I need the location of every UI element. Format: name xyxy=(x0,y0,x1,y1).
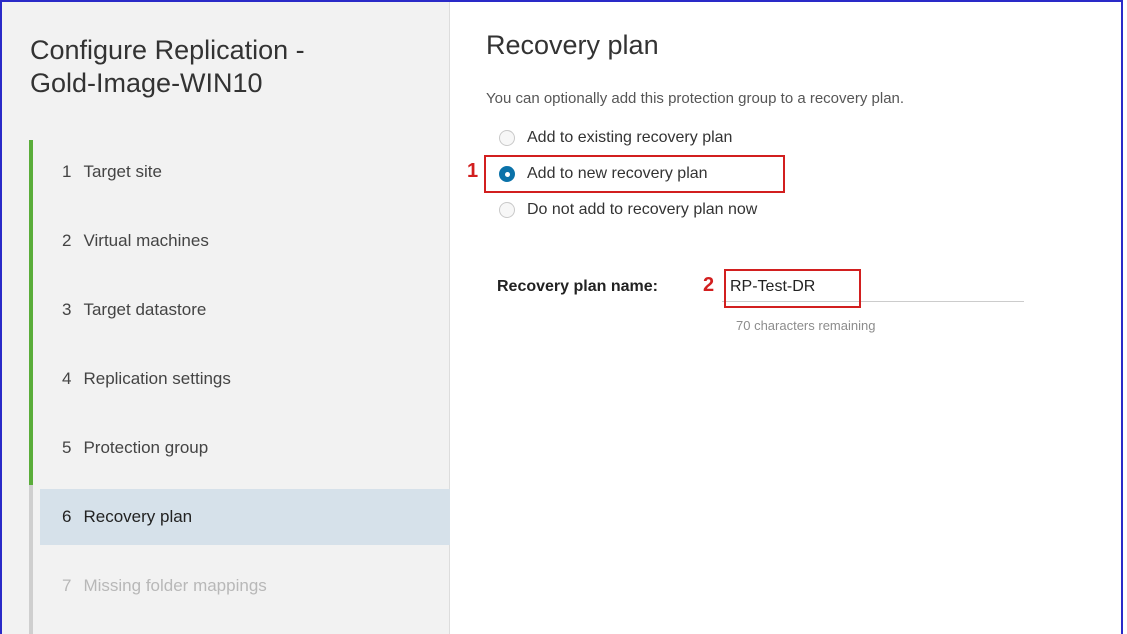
progress-bar-complete xyxy=(29,140,33,485)
callout-number-1: 1 xyxy=(467,160,479,182)
step-virtual-machines[interactable]: 2 Virtual machines xyxy=(40,213,450,269)
progress-bar-remaining xyxy=(29,485,33,634)
wizard-sidebar: Configure Replication - Gold-Image-WIN10… xyxy=(2,2,450,634)
step-label: Virtual machines xyxy=(83,231,209,250)
step-label: Missing folder mappings xyxy=(83,576,267,595)
option-label: Do not add to recovery plan now xyxy=(527,201,758,218)
step-number: 5 xyxy=(62,438,72,457)
step-recovery-plan[interactable]: 6 Recovery plan xyxy=(40,489,450,545)
step-target-datastore[interactable]: 3 Target datastore xyxy=(40,282,450,338)
step-protection-group[interactable]: 5 Protection group xyxy=(40,420,450,476)
wizard-title-line-2: Gold-Image-WIN10 xyxy=(30,68,263,98)
page-subtitle: You can optionally add this protection g… xyxy=(486,90,905,107)
option-add-existing-plan[interactable]: Add to existing recovery plan xyxy=(499,127,732,149)
step-label: Recovery plan xyxy=(83,507,193,526)
step-label: Protection group xyxy=(83,438,209,457)
radio-button[interactable] xyxy=(499,202,515,218)
option-do-not-add[interactable]: Do not add to recovery plan now xyxy=(499,199,757,221)
step-label: Target site xyxy=(83,162,162,181)
wizard-title-line-1: Configure Replication - xyxy=(30,35,305,65)
callout-highlight-2 xyxy=(724,269,861,308)
step-number: 3 xyxy=(62,300,72,319)
callout-highlight-1 xyxy=(484,155,785,193)
step-target-site[interactable]: 1 Target site xyxy=(40,144,450,200)
step-number: 6 xyxy=(62,507,72,526)
step-missing-folder-mappings: 7 Missing folder mappings xyxy=(40,558,450,614)
page-title: Recovery plan xyxy=(486,30,659,60)
characters-remaining-hint: 70 characters remaining xyxy=(736,318,876,333)
step-number: 7 xyxy=(62,576,72,595)
step-replication-settings[interactable]: 4 Replication settings xyxy=(40,351,450,407)
recovery-plan-name-label: Recovery plan name: xyxy=(497,278,658,295)
step-label: Target datastore xyxy=(83,300,207,319)
callout-number-2: 2 xyxy=(703,274,715,296)
step-number: 1 xyxy=(62,162,72,181)
wizard-title: Configure Replication - Gold-Image-WIN10 xyxy=(30,34,305,100)
step-number: 2 xyxy=(62,231,72,250)
option-label: Add to existing recovery plan xyxy=(527,129,733,146)
step-label: Replication settings xyxy=(83,369,231,388)
radio-button[interactable] xyxy=(499,130,515,146)
step-number: 4 xyxy=(62,369,72,388)
